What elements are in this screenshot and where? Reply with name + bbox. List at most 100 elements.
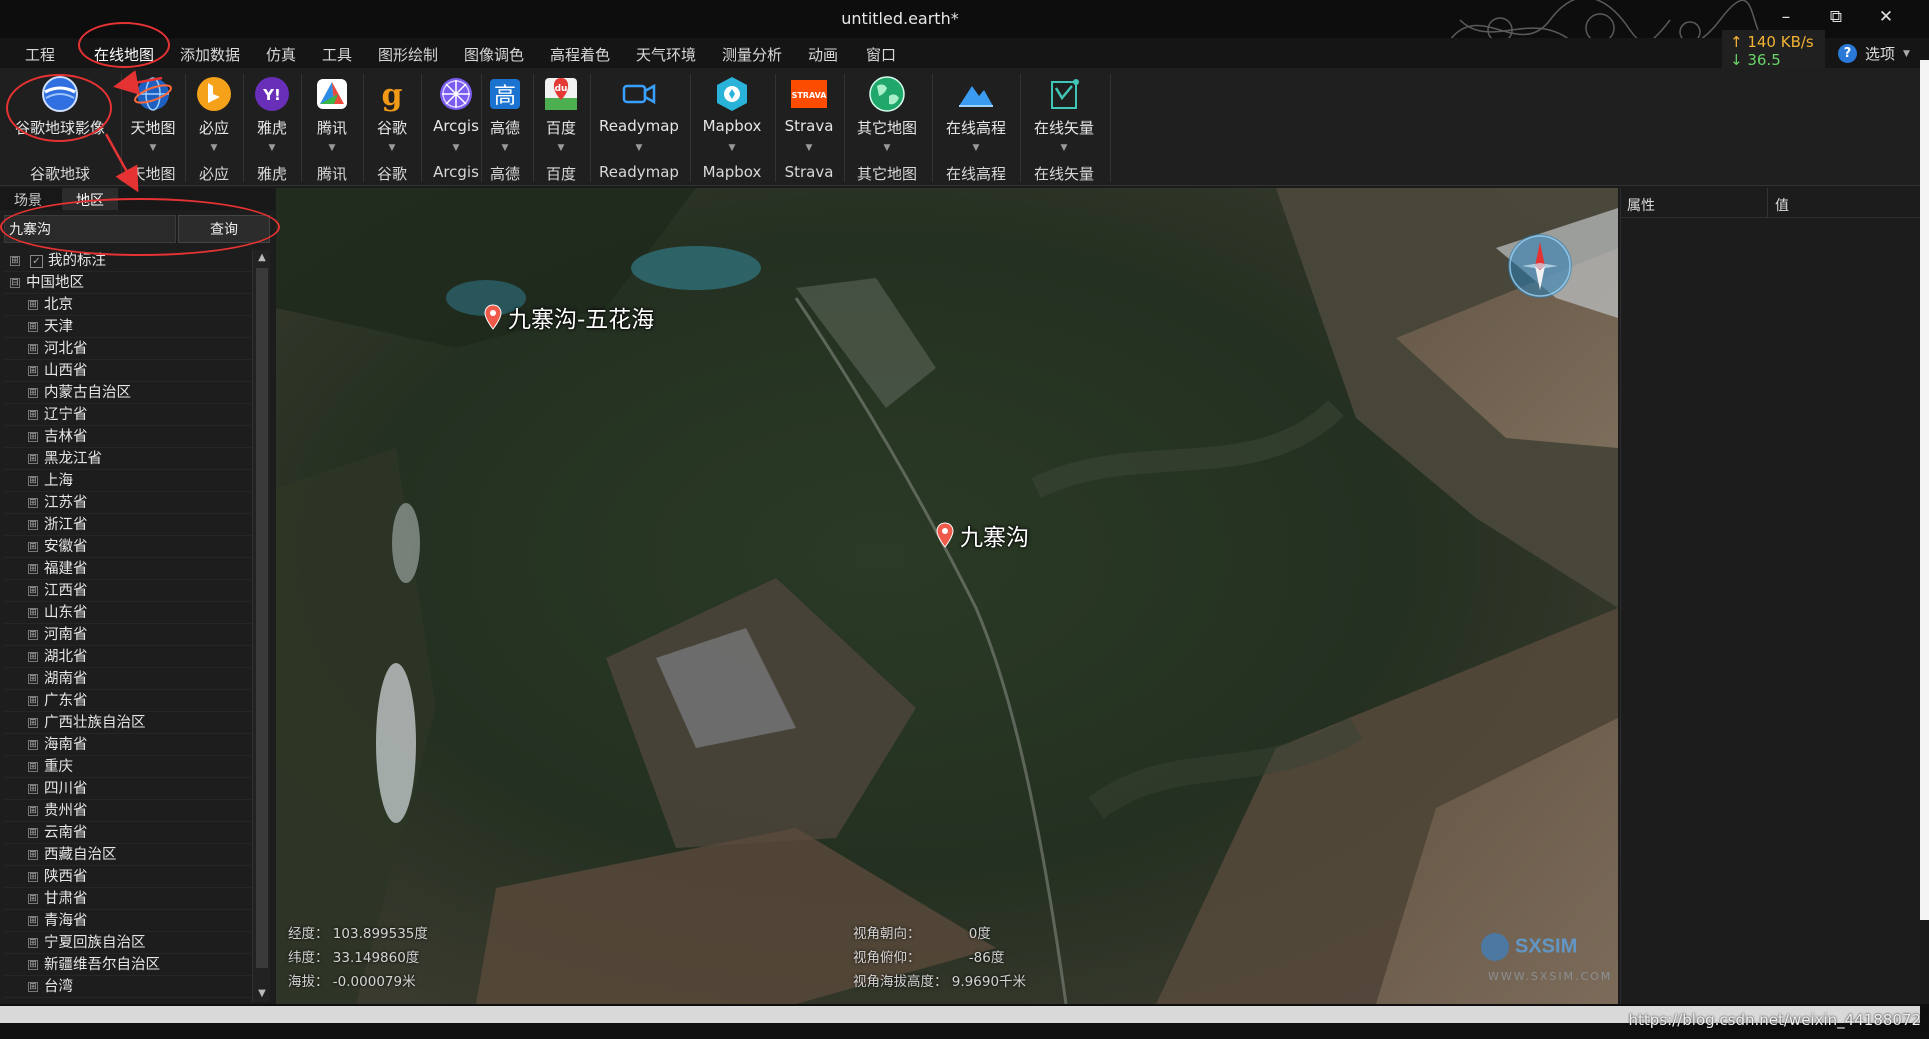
tree-item[interactable]: ⊞ 宁夏回族自治区 [4,932,254,954]
tree-item[interactable]: ⊞ 山东省 [4,602,254,624]
menu-image-color[interactable]: 图像调色 [464,44,524,65]
expand-icon[interactable]: ⊞ [28,938,38,948]
tree-item[interactable]: ⊞ 上海 [4,470,254,492]
ribbon-bing[interactable]: 必应 ▼ 必应 [188,68,240,186]
close-button[interactable]: ✕ [1861,4,1911,32]
expand-icon[interactable]: ⊞ [28,916,38,926]
scroll-up-arrow-icon[interactable]: ▲ [253,250,271,266]
tree-item[interactable]: ⊞ 湖北省 [4,646,254,668]
tree-item[interactable]: ⊞ 青海省 [4,910,254,932]
expand-icon[interactable]: ⊞ [28,586,38,596]
tree-item[interactable]: ⊞ 黑龙江省 [4,448,254,470]
column-value[interactable]: 值 [1775,195,1789,215]
dropdown-arrow-icon[interactable]: ▼ [246,143,298,153]
expand-icon[interactable]: ⊞ [28,564,38,574]
menu-animation[interactable]: 动画 [808,44,838,65]
tree-item[interactable]: ⊞ 海南省 [4,734,254,756]
options-label[interactable]: 选项 [1865,43,1895,64]
expand-icon[interactable]: ⊞ [28,476,38,486]
expand-icon[interactable]: ⊞ [28,344,38,354]
ribbon-other-maps[interactable]: 其它地图 ▼ 其它地图 [847,68,927,186]
dropdown-arrow-icon[interactable]: ▼ [424,143,488,153]
menu-simulation[interactable]: 仿真 [266,44,296,65]
placemark-wuhuahai[interactable]: 九寨沟-五花海 [484,300,654,334]
dropdown-arrow-icon[interactable]: ▼ [484,143,526,153]
expand-icon[interactable]: ⊞ [28,784,38,794]
scroll-down-arrow-icon[interactable]: ▼ [253,986,271,1002]
menu-tools[interactable]: 工具 [322,44,352,65]
tree-item[interactable]: ⊞ 甘肃省 [4,888,254,910]
expand-icon[interactable]: ⊞ [28,872,38,882]
tree-item[interactable]: ⊞ 江西省 [4,580,254,602]
expand-icon[interactable]: ⊞ [28,850,38,860]
dropdown-arrow-icon[interactable]: ▼ [188,143,240,153]
dropdown-arrow-icon[interactable]: ▼ [366,143,418,153]
dropdown-arrow-icon[interactable]: ▼ [935,143,1017,153]
tree-item[interactable]: ⊞ 广东省 [4,690,254,712]
tree-item[interactable]: ⊞ 台湾 [4,976,254,998]
collapse-icon[interactable]: ⊟ [10,278,20,288]
tree-item[interactable]: ⊞ 内蒙古自治区 [4,382,254,404]
expand-icon[interactable]: ⊞ [28,652,38,662]
menu-graphics[interactable]: 图形绘制 [378,44,438,65]
expand-icon[interactable]: ⊞ [28,432,38,442]
tree-item[interactable]: ⊞ 浙江省 [4,514,254,536]
menu-elevation-color[interactable]: 高程着色 [550,44,610,65]
expand-icon[interactable]: ⊞ [28,828,38,838]
expand-icon[interactable]: ⊞ [28,300,38,310]
expand-icon[interactable]: ⊞ [28,762,38,772]
dropdown-arrow-icon[interactable]: ▼ [536,143,586,153]
tree-item[interactable]: ⊞ 陕西省 [4,866,254,888]
ribbon-tencent[interactable]: 腾讯 ▼ 腾讯 [304,68,360,186]
expand-icon[interactable]: ⊞ [28,806,38,816]
expand-icon[interactable]: ⊞ [28,322,38,332]
ribbon-mapbox[interactable]: Mapbox ▼ Mapbox [693,68,771,186]
dropdown-arrow-icon[interactable]: ▼ [304,143,360,153]
tree-item[interactable]: ⊞ 贵州省 [4,800,254,822]
menu-measure[interactable]: 测量分析 [722,44,782,65]
dropdown-arrow-icon[interactable]: ▼ [1023,143,1105,153]
tree-item[interactable]: ⊞ 北京 [4,294,254,316]
dropdown-arrow-icon[interactable]: ▼ [778,143,840,153]
tree-item[interactable]: ⊞ 山西省 [4,360,254,382]
placemark-jiuzhaigou[interactable]: 九寨沟 [936,518,1029,552]
tree-item[interactable]: ⊞ 广西壮族自治区 [4,712,254,734]
menu-add-data[interactable]: 添加数据 [180,44,240,65]
expand-icon[interactable]: ⊞ [28,718,38,728]
scroll-thumb[interactable] [256,268,268,968]
expand-icon[interactable]: ⊞ [28,542,38,552]
tree-item[interactable]: ⊞ 河北省 [4,338,254,360]
expand-icon[interactable]: ⊞ [28,982,38,992]
tree-scrollbar[interactable]: ▲ ▼ [252,250,270,1002]
expand-icon[interactable]: ⊞ [28,388,38,398]
expand-icon[interactable]: ⊞ [10,256,20,266]
ribbon-strava[interactable]: STRAVA Strava ▼ Strava [778,68,840,186]
menu-window[interactable]: 窗口 [866,44,896,65]
options-menu[interactable]: ? 选项 ▼ [1838,43,1910,64]
tree-item[interactable]: ⊞ 湖南省 [4,668,254,690]
tree-item[interactable]: ⊞ 新疆维吾尔自治区 [4,954,254,976]
menu-weather[interactable]: 天气环境 [636,44,696,65]
dropdown-arrow-icon[interactable]: ▼ [847,143,927,153]
tree-item[interactable]: ⊞ 安徽省 [4,536,254,558]
tree-checkbox[interactable]: ✓ [30,255,43,268]
dropdown-arrow-icon[interactable]: ▼ [693,143,771,153]
tree-item[interactable]: ⊞ 福建省 [4,558,254,580]
compass-icon[interactable] [1504,230,1576,302]
tree-item[interactable]: ⊞ 吉林省 [4,426,254,448]
ribbon-tianditu[interactable]: 天地图 ▼ 天地图 [124,68,182,186]
tree-item[interactable]: ⊞ 江苏省 [4,492,254,514]
tree-item[interactable]: ⊞ 四川省 [4,778,254,800]
ribbon-yahoo[interactable]: Y! 雅虎 ▼ 雅虎 [246,68,298,186]
tree-item[interactable]: ⊞ 西藏自治区 [4,844,254,866]
expand-icon[interactable]: ⊞ [28,630,38,640]
ribbon-readymap[interactable]: Readymap ▼ Readymap [593,68,685,186]
tree-item[interactable]: ⊞ 河南省 [4,624,254,646]
tree-item[interactable]: ⊞ 天津 [4,316,254,338]
expand-icon[interactable]: ⊞ [28,740,38,750]
ribbon-baidu[interactable]: du 百度 ▼ 百度 [536,68,586,186]
menu-project[interactable]: 工程 [25,44,55,65]
expand-icon[interactable]: ⊞ [28,498,38,508]
expand-icon[interactable]: ⊞ [28,520,38,530]
expand-icon[interactable]: ⊞ [28,410,38,420]
